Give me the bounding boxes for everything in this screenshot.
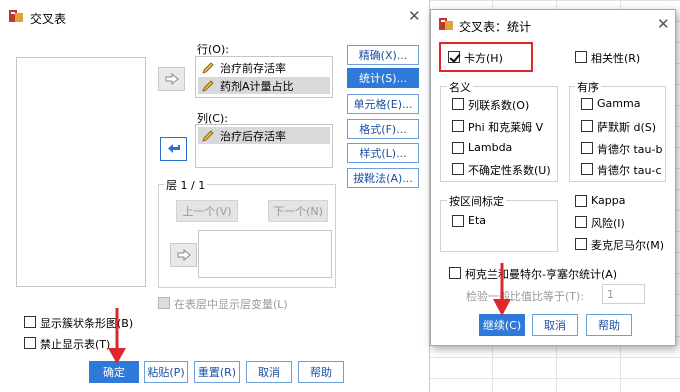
risk-label: 风险(I) xyxy=(591,217,625,230)
cmh-label: 柯克兰和曼特尔-亨塞尔统计(A) xyxy=(465,268,618,281)
variable-name: 治疗前存活率 xyxy=(220,61,286,75)
crosstabs-dialog: 交叉表 ✕ 行(O): 治疗前存活率 药剂A计量占比 列(C): 治疗后存活率 … xyxy=(0,0,430,392)
layer-list[interactable] xyxy=(198,230,332,278)
kappa-label: Kappa xyxy=(591,194,626,207)
phi-cramer-label: Phi 和克莱姆 V xyxy=(468,121,544,134)
red-arrow-annotation xyxy=(493,263,511,316)
show-layer-checkbox[interactable] xyxy=(158,297,170,309)
cancel-button[interactable]: 取消 xyxy=(532,314,578,336)
lambda-label: Lambda xyxy=(468,141,513,154)
cmh-checkbox[interactable] xyxy=(449,267,461,279)
next-layer-button[interactable]: 下一个(N) xyxy=(268,200,328,222)
correlations-checkbox[interactable] xyxy=(575,51,587,63)
close-icon[interactable]: ✕ xyxy=(408,7,421,25)
kendall-tau-b-label: 肯德尔 tau-b xyxy=(597,143,663,156)
columns-list[interactable]: 治疗后存活率 xyxy=(195,124,333,168)
scale-variable-icon xyxy=(202,79,214,92)
exact-button[interactable]: 精确(X)... xyxy=(347,45,419,65)
interval-title: 按区间标定 xyxy=(447,193,506,209)
arrow-left-icon xyxy=(167,144,180,153)
uncertainty-coefficient-checkbox[interactable] xyxy=(452,163,464,175)
cells-button[interactable]: 单元格(E)... xyxy=(347,94,419,114)
rows-label: 行(O): xyxy=(197,43,229,56)
test-ratio-label: 检验一般比值比等于(T): xyxy=(466,290,585,303)
somers-d-checkbox[interactable] xyxy=(581,120,593,132)
variable-name: 药剂A计量占比 xyxy=(220,79,294,93)
kendall-tau-c-label: 肯德尔 tau-c xyxy=(597,164,662,177)
statistics-button[interactable]: 统计(S)... xyxy=(347,68,419,88)
crosstabs-statistics-dialog: 交叉表：统计 ✕ 卡方(H) 相关性(R) 名义 列联系数(O) Phi 和克莱… xyxy=(430,9,676,346)
chi-square-label: 卡方(H) xyxy=(464,52,503,65)
lambda-checkbox[interactable] xyxy=(452,142,464,154)
kappa-checkbox[interactable] xyxy=(575,195,587,207)
list-item[interactable]: 治疗前存活率 xyxy=(198,59,330,76)
source-variable-list[interactable] xyxy=(16,57,146,287)
eta-label: Eta xyxy=(468,214,487,227)
somers-d-label: 萨默斯 d(S) xyxy=(597,121,657,134)
help-button[interactable]: 帮助 xyxy=(298,361,344,383)
mcnemar-checkbox[interactable] xyxy=(575,238,587,250)
contingency-coefficient-checkbox[interactable] xyxy=(452,98,464,110)
spss-app-icon xyxy=(9,9,23,23)
clustered-bar-checkbox[interactable] xyxy=(24,316,36,328)
arrow-right-icon xyxy=(165,73,179,85)
chi-square-checkbox[interactable] xyxy=(448,51,460,63)
list-item[interactable]: 治疗后存活率 xyxy=(198,127,330,144)
cancel-button[interactable]: 取消 xyxy=(246,361,292,383)
contingency-coefficient-label: 列联系数(O) xyxy=(468,99,530,112)
close-icon[interactable]: ✕ xyxy=(657,15,670,33)
format-button[interactable]: 格式(F)... xyxy=(347,119,419,139)
layer-label: 层 1 / 1 xyxy=(164,177,208,193)
show-layer-label: 在表层中显示层变量(L) xyxy=(174,298,288,311)
ordinal-title: 有序 xyxy=(575,79,601,95)
kendall-tau-c-checkbox[interactable] xyxy=(581,163,593,175)
dialog-title: 交叉表 xyxy=(30,12,67,26)
paste-button[interactable]: 粘贴(P) xyxy=(144,361,188,383)
gamma-checkbox[interactable] xyxy=(581,98,593,110)
reset-button[interactable]: 重置(R) xyxy=(194,361,240,383)
variable-name: 治疗后存活率 xyxy=(220,129,286,143)
move-to-rows-button[interactable] xyxy=(158,67,185,91)
mcnemar-label: 麦克尼马尔(M) xyxy=(591,239,665,252)
help-button[interactable]: 帮助 xyxy=(586,314,632,336)
kendall-tau-b-checkbox[interactable] xyxy=(581,142,593,154)
style-button[interactable]: 样式(L)... xyxy=(347,143,419,163)
red-arrow-annotation xyxy=(108,308,126,364)
list-item[interactable]: 药剂A计量占比 xyxy=(198,77,330,94)
scale-variable-icon xyxy=(202,129,214,142)
rows-list[interactable]: 治疗前存活率 药剂A计量占比 xyxy=(195,56,333,98)
correlations-label: 相关性(R) xyxy=(591,52,641,65)
uncertainty-coefficient-label: 不确定性系数(U) xyxy=(468,164,551,177)
gamma-label: Gamma xyxy=(597,97,641,110)
spss-app-icon xyxy=(439,17,453,31)
test-ratio-input[interactable]: 1 xyxy=(602,284,645,304)
eta-checkbox[interactable] xyxy=(452,215,464,227)
suppress-tables-label: 禁止显示表(T) xyxy=(40,338,111,351)
previous-layer-button[interactable]: 上一个(V) xyxy=(176,200,238,222)
risk-checkbox[interactable] xyxy=(575,216,587,228)
bootstrap-button[interactable]: 拔靴法(A)... xyxy=(347,168,419,188)
nominal-title: 名义 xyxy=(447,79,473,95)
suppress-tables-checkbox[interactable] xyxy=(24,337,36,349)
move-to-columns-button[interactable] xyxy=(160,137,187,161)
phi-cramer-checkbox[interactable] xyxy=(452,120,464,132)
scale-variable-icon xyxy=(202,61,214,74)
dialog-title: 交叉表：统计 xyxy=(459,20,532,34)
